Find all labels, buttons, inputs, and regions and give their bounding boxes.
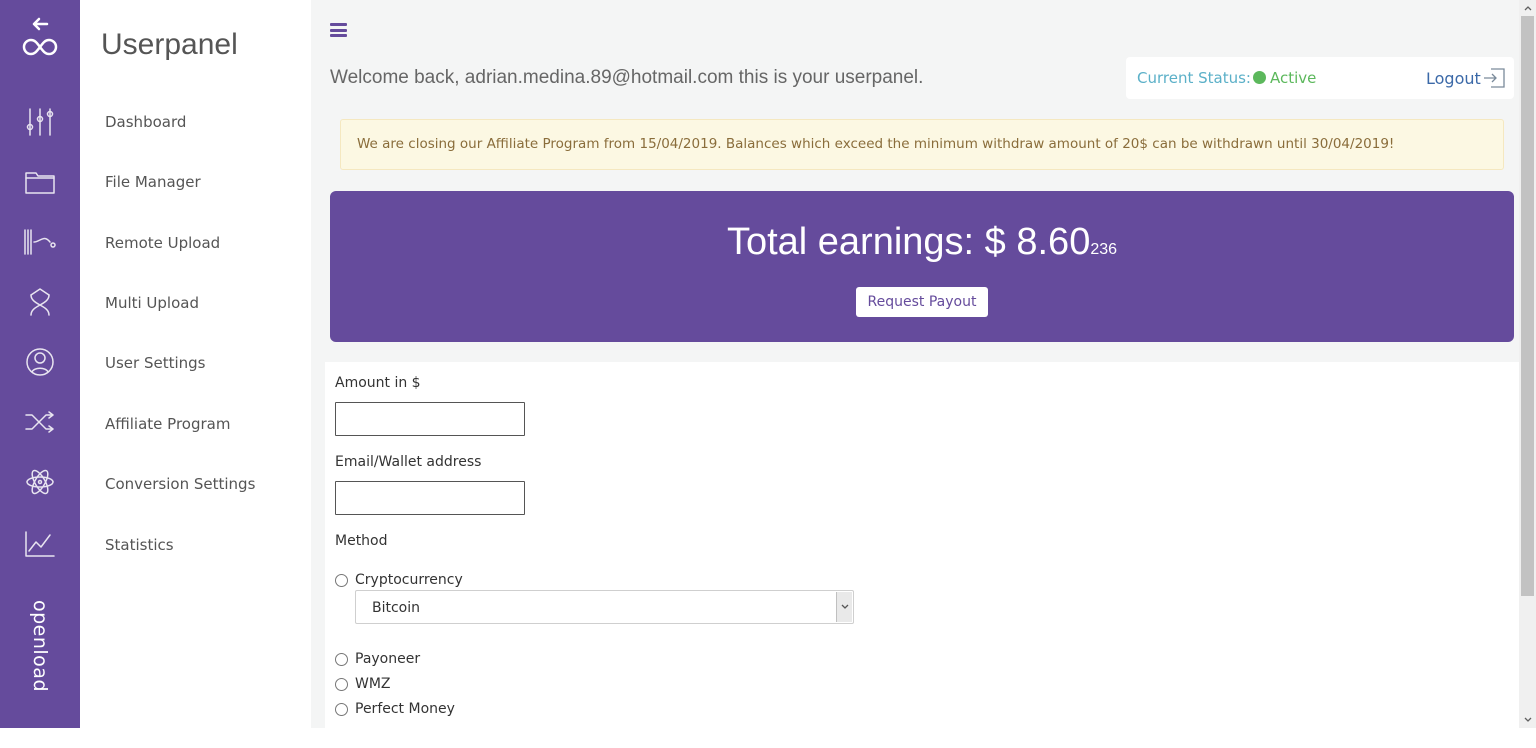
sidebar-nav: Userpanel Dashboard File Manager Remote … xyxy=(80,0,311,728)
brand-logo: openload xyxy=(18,600,62,692)
infinity-logo-icon[interactable] xyxy=(22,32,58,62)
logout-link[interactable]: Logout xyxy=(1426,68,1505,88)
method-radio-perfect-money[interactable]: Perfect Money xyxy=(335,701,455,717)
chevron-down-icon[interactable] xyxy=(836,592,852,622)
method-label: Method xyxy=(335,533,388,549)
multi-upload-icon[interactable] xyxy=(22,284,58,320)
radio-button[interactable] xyxy=(335,702,348,716)
scroll-down-icon[interactable] xyxy=(1519,711,1536,727)
scroll-thumb[interactable] xyxy=(1521,16,1534,596)
logout-label: Logout xyxy=(1426,68,1481,88)
icon-rail: openload xyxy=(0,0,80,728)
method-radio-wmz[interactable]: WMZ xyxy=(335,676,391,692)
brand-name: openload xyxy=(29,599,51,693)
hamburger-menu-icon[interactable] xyxy=(330,23,347,37)
method-option-label: WMZ xyxy=(355,676,391,692)
wallet-input[interactable] xyxy=(335,481,525,515)
status-value: Active xyxy=(1270,69,1317,87)
atom-icon[interactable] xyxy=(22,464,58,500)
sidebar-item-statistics[interactable]: Statistics xyxy=(105,536,174,554)
sidebar-item-dashboard[interactable]: Dashboard xyxy=(105,113,186,131)
main-content: Welcome back, adrian.medina.89@hotmail.c… xyxy=(311,0,1519,728)
method-option-label: Cryptocurrency xyxy=(355,572,463,588)
radio-button[interactable] xyxy=(335,652,348,666)
amount-label: Amount in $ xyxy=(335,375,421,391)
amount-input[interactable] xyxy=(335,402,525,436)
sidebar-item-multi-upload[interactable]: Multi Upload xyxy=(105,294,199,312)
sidebar-item-conversion-settings[interactable]: Conversion Settings xyxy=(105,475,255,493)
status-label: Current Status: xyxy=(1137,69,1251,87)
total-earnings: Total earnings: $ 8.60236 xyxy=(330,221,1514,264)
method-radio-cryptocurrency[interactable]: Cryptocurrency xyxy=(335,572,463,588)
bottom-strip xyxy=(0,728,1536,748)
crypto-select-value: Bitcoin xyxy=(372,600,421,616)
request-payout-button[interactable]: Request Payout xyxy=(856,287,988,317)
status-dot-icon xyxy=(1253,71,1266,84)
sidebar-item-file-manager[interactable]: File Manager xyxy=(105,173,201,191)
chart-icon[interactable] xyxy=(22,526,58,562)
shuffle-icon[interactable] xyxy=(22,404,58,440)
alert-banner: We are closing our Affiliate Program fro… xyxy=(340,119,1504,170)
sidebar-item-affiliate-program[interactable]: Affiliate Program xyxy=(105,415,230,433)
total-earnings-fraction: 236 xyxy=(1090,241,1118,258)
nav-title: Userpanel xyxy=(101,28,238,61)
radio-button[interactable] xyxy=(335,573,348,587)
method-option-label: Perfect Money xyxy=(355,701,455,717)
welcome-message: Welcome back, adrian.medina.89@hotmail.c… xyxy=(330,67,924,88)
sidebar-item-remote-upload[interactable]: Remote Upload xyxy=(105,234,220,252)
remote-upload-icon[interactable] xyxy=(22,224,58,260)
crypto-select[interactable]: Bitcoin xyxy=(355,590,854,624)
method-radio-payoneer[interactable]: Payoneer xyxy=(335,651,420,667)
status-panel: Current Status: Active Logout xyxy=(1126,57,1514,99)
scroll-up-icon[interactable] xyxy=(1519,0,1536,16)
sidebar-item-user-settings[interactable]: User Settings xyxy=(105,354,205,372)
user-icon[interactable] xyxy=(22,344,58,380)
vertical-scrollbar[interactable] xyxy=(1519,0,1536,728)
wallet-label: Email/Wallet address xyxy=(335,454,482,470)
sliders-icon[interactable] xyxy=(22,104,58,140)
radio-button[interactable] xyxy=(335,677,348,691)
method-option-label: Payoneer xyxy=(355,651,421,667)
logout-icon xyxy=(1483,68,1505,88)
folder-icon[interactable] xyxy=(22,164,58,200)
total-earnings-label: Total earnings: $ 8.60 xyxy=(726,221,1091,263)
earnings-panel: Total earnings: $ 8.60236 Request Payout xyxy=(330,191,1514,342)
payout-form: Amount in $ Email/Wallet address Method … xyxy=(325,362,1519,728)
